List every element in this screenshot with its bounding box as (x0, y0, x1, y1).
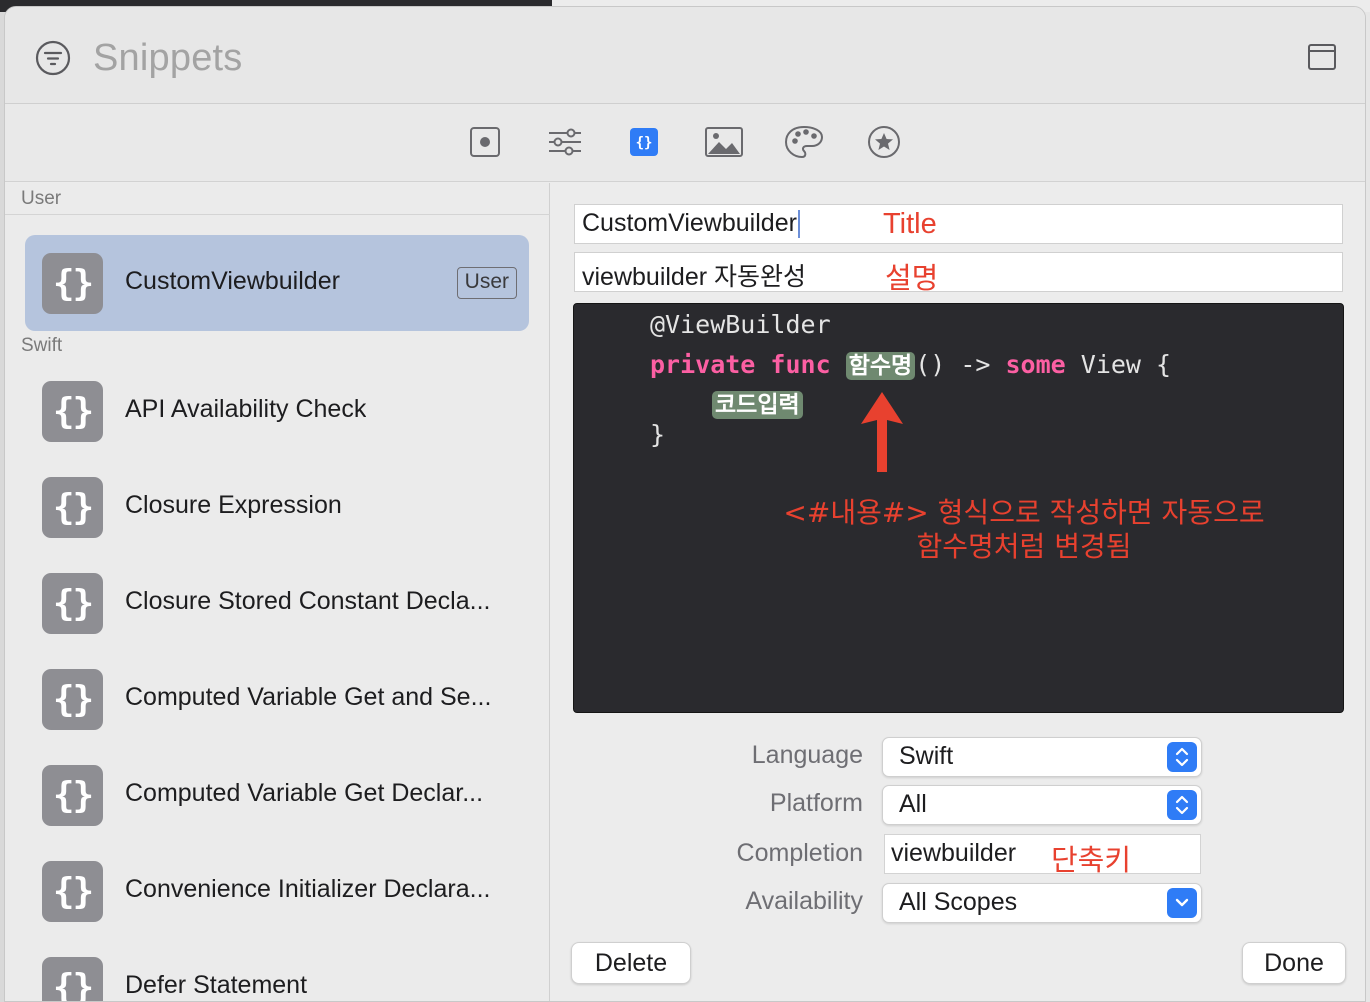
list-item[interactable]: {} Defer Statement (25, 939, 529, 1001)
language-value: Swift (899, 742, 954, 770)
list-item[interactable]: {} API Availability Check (25, 363, 529, 459)
title-bar: Snippets (5, 7, 1365, 104)
snippet-braces-icon: {} (42, 669, 103, 730)
list-item[interactable]: {} Computed Variable Get and Se... (25, 651, 529, 747)
code-text: () -> (915, 350, 1006, 379)
tab-colors[interactable] (784, 122, 824, 162)
code-attribute: @ViewBuilder (650, 310, 831, 339)
up-down-chevron-icon (1167, 790, 1197, 820)
text-caret (797, 210, 800, 239)
snippet-braces-icon: {} (42, 381, 103, 442)
summary-annotation: 설명 (885, 263, 939, 295)
list-item[interactable]: {} Computed Variable Get Declar... (25, 747, 529, 843)
list-item-label: Defer Statement (125, 971, 308, 999)
snippet-braces-icon: {} (42, 861, 103, 922)
section-user-label: User (21, 188, 62, 209)
list-item-label: Convenience Initializer Declara... (125, 875, 491, 903)
window-title: Snippets (93, 37, 243, 79)
braces-icon: {} (630, 128, 658, 156)
annotation-note-line: <#내용#> 형식으로 작성하면 자동으로 (783, 496, 1265, 529)
availability-value: All Scopes (899, 888, 1018, 916)
snippet-braces-icon: {} (42, 573, 103, 634)
keyword-some: some (1005, 350, 1066, 379)
availability-popup[interactable]: All Scopes (882, 883, 1202, 923)
platform-popup[interactable]: All (882, 785, 1202, 825)
snippet-summary-value: viewbuilder 자동완성 (582, 263, 807, 291)
tab-views[interactable] (465, 122, 505, 162)
list-item[interactable]: {} Convenience Initializer Declara... (25, 843, 529, 939)
list-item-label: Closure Expression (125, 491, 342, 519)
annotation-note: <#내용#> 형식으로 작성하면 자동으로 함수명처럼 변경됨 (749, 496, 1299, 564)
language-popup[interactable]: Swift (882, 737, 1202, 777)
snippet-braces-icon: {} (42, 477, 103, 538)
sliders-icon (549, 128, 581, 156)
code-text: } (650, 420, 666, 449)
snippet-title-field[interactable]: CustomViewbuilder (574, 204, 1343, 244)
list-item[interactable]: {} Closure Expression (25, 459, 529, 555)
list-item-label: API Availability Check (125, 395, 367, 423)
svg-text:{}: {} (636, 135, 653, 151)
section-divider (5, 214, 550, 215)
title-annotation: Title (883, 208, 937, 240)
placeholder-token-name[interactable]: 함수명 (845, 352, 916, 380)
code-line: @ViewBuilder (650, 310, 831, 339)
palette-icon (784, 125, 824, 159)
platform-value: All (899, 790, 927, 818)
code-line: } (650, 420, 665, 449)
placeholder-token-body[interactable]: 코드입력 (712, 391, 803, 419)
snippet-braces-icon: {} (42, 957, 103, 1001)
up-down-chevron-icon (1167, 742, 1197, 772)
user-badge: User (456, 267, 517, 299)
tab-modifiers[interactable] (545, 122, 585, 162)
tab-favorites[interactable] (864, 122, 904, 162)
completion-label: Completion (736, 839, 863, 867)
tab-media[interactable] (704, 122, 744, 162)
snippets-window: Snippets {} User {} CustomViewbuilder Us… (4, 6, 1366, 1002)
code-text: View { (1065, 350, 1172, 379)
done-button[interactable]: Done (1242, 942, 1346, 984)
list-item[interactable]: {} Closure Stored Constant Decla... (25, 555, 529, 651)
completion-value: viewbuilder (891, 839, 1017, 867)
snippet-braces-icon: {} (42, 253, 103, 314)
snippet-title-value: CustomViewbuilder (582, 209, 797, 237)
list-item-label: CustomViewbuilder (125, 267, 340, 295)
snippet-list: User {} CustomViewbuilder User Swift {} … (5, 183, 550, 1001)
image-icon (705, 127, 743, 157)
section-swift-label: Swift (21, 335, 63, 356)
keyword-private: private (650, 350, 756, 379)
keyword-func: func (770, 350, 831, 379)
availability-label: Availability (745, 887, 863, 915)
annotation-note-line: 함수명처럼 변경됨 (916, 530, 1132, 563)
delete-button[interactable]: Delete (571, 942, 691, 984)
chevron-down-icon (1167, 888, 1197, 918)
completion-annotation: 단축키 (1051, 845, 1132, 877)
record-icon (470, 127, 500, 157)
code-line: 코드입력 (712, 385, 803, 419)
star-icon (868, 126, 900, 158)
library-toolbar: {} (5, 104, 1365, 182)
snippet-summary-field[interactable]: viewbuilder 자동완성 (574, 252, 1343, 292)
code-editor[interactable]: @ViewBuilder private func 함수명() -> some … (573, 303, 1344, 713)
tab-snippets[interactable]: {} (624, 122, 664, 162)
annotation-arrow-icon (861, 392, 903, 472)
snippet-braces-icon: {} (42, 765, 103, 826)
platform-label: Platform (769, 789, 863, 817)
list-item-label: Computed Variable Get Declar... (125, 779, 484, 807)
filter-icon[interactable] (35, 40, 71, 76)
list-item-customviewbuilder[interactable]: {} CustomViewbuilder User (25, 235, 529, 331)
language-label: Language (751, 741, 863, 769)
list-item-label: Computed Variable Get and Se... (125, 683, 492, 711)
window-layout-icon[interactable] (1307, 42, 1337, 72)
completion-field[interactable]: viewbuilder (884, 834, 1201, 874)
list-item-label: Closure Stored Constant Decla... (125, 587, 491, 615)
code-line: private func 함수명() -> some View { (650, 346, 1171, 380)
